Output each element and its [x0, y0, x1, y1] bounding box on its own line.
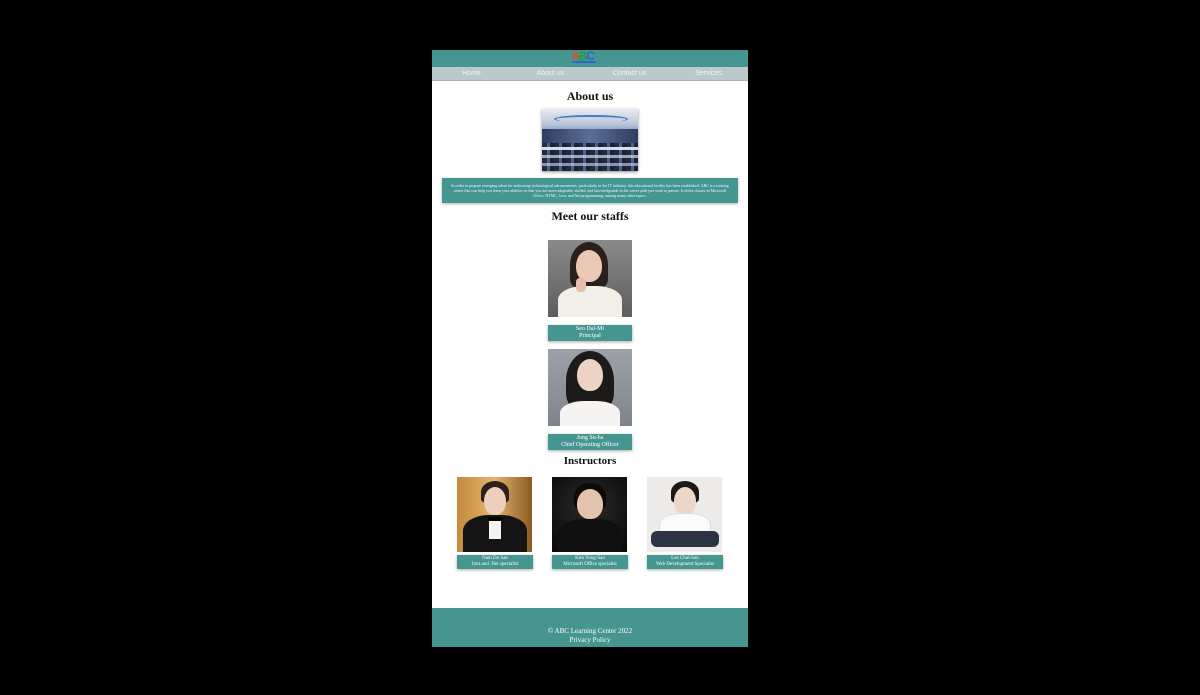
instructor-photo-lee [647, 477, 722, 552]
staff-label-coo: Jung Su-ha Chief Operating Officer [548, 434, 632, 450]
site-footer: © ABC Learning Center 2022 Privacy Polic… [432, 608, 748, 647]
page: ABC Home About us Contact us Services Ab… [432, 50, 748, 647]
nav-about-us[interactable]: About us [511, 67, 590, 80]
privacy-policy-link[interactable]: Privacy Policy [432, 636, 748, 645]
instructors-section: Instructors Nam Do San Java and .Net spe… [432, 455, 748, 569]
nav-contact-us[interactable]: Contact us [590, 67, 669, 80]
instructor-photo-kim [552, 477, 627, 552]
about-heading: About us [566, 89, 614, 103]
instructor-role: Web Development Specialist [656, 562, 714, 567]
nav-home[interactable]: Home [432, 67, 511, 80]
site-header: ABC Home About us Contact us Services [432, 50, 748, 81]
logo-swoosh-icon [572, 61, 596, 63]
staff-card-principal: Seo Dal-Mi Principal [548, 240, 632, 341]
staff-card-coo: Jung Su-ha Chief Operating Officer [548, 349, 632, 450]
staff-role: Chief Operating Officer [561, 442, 619, 448]
about-description: In order to prepare emerging talent for … [442, 178, 738, 203]
copyright-text: © ABC Learning Center 2022 [547, 627, 633, 635]
classroom-image [542, 109, 638, 171]
staff-name: Seo Dal-Mi [575, 326, 605, 332]
instructor-card-nam: Nam Do San Java and .Net specialist [457, 477, 533, 569]
instructor-role: Java and .Net specialist [471, 562, 519, 567]
about-section: About us In order to prepare emerging ta… [432, 89, 748, 203]
staff-label-principal: Seo Dal-Mi Principal [548, 325, 632, 341]
instructor-label-nam: Nam Do San Java and .Net specialist [457, 555, 533, 569]
staff-heading: Meet our staffs [551, 209, 629, 223]
staff-photo-coo [548, 349, 632, 426]
staff-role: Principal [579, 333, 601, 339]
instructors-heading: Instructors [563, 455, 617, 467]
staff-section: Meet our staffs Seo Dal-Mi Principal Jun… [432, 209, 748, 450]
abc-logo[interactable]: ABC [571, 50, 598, 65]
instructor-role: Microsoft Office specialist [563, 562, 617, 567]
instructor-photo-nam [457, 477, 532, 552]
nav-services[interactable]: Services [669, 67, 748, 80]
instructor-label-lee: Lee Chul-San Web Development Specialist [647, 555, 723, 569]
staff-photo-principal [548, 240, 632, 317]
instructors-row: Nam Do San Java and .Net specialist Kim … [432, 477, 748, 569]
instructor-label-kim: Kim Yong-San Microsoft Office specialist [552, 555, 628, 569]
instructor-card-kim: Kim Yong-San Microsoft Office specialist [552, 477, 628, 569]
top-bar: ABC [432, 50, 748, 67]
staff-name: Jung Su-ha [576, 435, 604, 441]
instructor-card-lee: Lee Chul-San Web Development Specialist [647, 477, 723, 569]
main-nav: Home About us Contact us Services [432, 67, 748, 81]
